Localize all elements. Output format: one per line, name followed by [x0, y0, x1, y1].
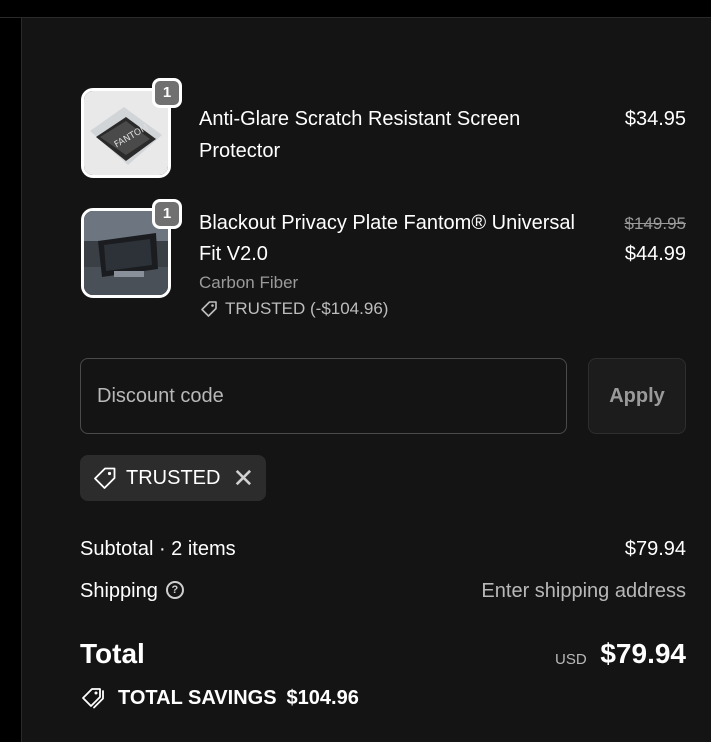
product-name-line-2: Fit V2.0	[199, 243, 268, 265]
tags-icon	[82, 688, 104, 709]
original-price: $149.95	[624, 214, 686, 233]
total-savings-value: $104.96	[286, 686, 359, 709]
total-label: Total	[80, 638, 145, 669]
applied-discount-code: TRUSTED	[126, 466, 221, 489]
total-savings-label: TOTAL SAVINGS	[118, 686, 277, 709]
subtotal-value: $79.94	[624, 538, 686, 560]
apply-discount-button[interactable]: Apply	[588, 358, 686, 434]
top-bar	[0, 0, 711, 18]
order-summary-panel: FANTOM 1 Anti-Glare Scratch Resistant Sc…	[21, 18, 711, 742]
quantity-badge: 1	[152, 199, 182, 229]
discount-code-input[interactable]	[80, 358, 567, 434]
close-icon[interactable]: ✕	[232, 465, 254, 491]
item-discount: TRUSTED (-$104.96)	[199, 299, 388, 319]
subtotal-label: Subtotal · 2 items	[80, 538, 236, 560]
shipping-value: Enter shipping address	[481, 580, 686, 602]
product-variant: Carbon Fiber	[199, 273, 299, 292]
question-circle-icon[interactable]: ?	[165, 580, 184, 599]
item-discount-text: TRUSTED (-$104.96)	[225, 299, 389, 318]
shipping-label: Shipping	[80, 580, 158, 602]
left-column-edge	[0, 18, 20, 742]
total-value: $79.94	[600, 638, 686, 669]
product-price: $44.99	[624, 243, 686, 265]
total-savings: TOTAL SAVINGS $104.96	[80, 685, 359, 711]
product-price: $34.95	[624, 108, 686, 130]
currency-code: USD	[555, 651, 587, 668]
shipping-label-row: Shipping?	[80, 580, 184, 603]
tag-icon	[201, 301, 217, 317]
product-name-line-1: Anti-Glare Scratch Resistant Screen	[199, 108, 521, 130]
tag-icon	[94, 467, 116, 489]
product-name-line-1: Blackout Privacy Plate Fantom® Universal	[199, 212, 575, 234]
quantity-badge: 1	[152, 78, 182, 108]
product-name-line-2: Protector	[199, 140, 281, 162]
applied-discount-chip: TRUSTED ✕	[80, 455, 267, 501]
